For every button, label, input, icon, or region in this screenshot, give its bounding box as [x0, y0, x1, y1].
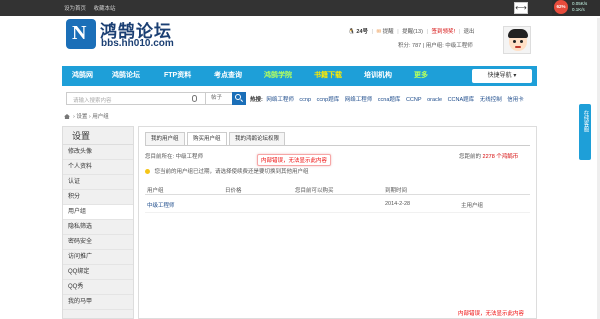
- col-price: 日价格: [225, 188, 242, 194]
- row-group[interactable]: 中级工程师: [147, 201, 175, 209]
- hot-word[interactable]: oracle: [427, 97, 442, 103]
- usergroup-table: 用户组 日价格 您目前可以购买 到期时间 中级工程师 2014-2-28 主用户…: [145, 183, 530, 213]
- sidebar-item-vest[interactable]: 我的马甲: [63, 295, 133, 310]
- hot-word[interactable]: 网络工程师: [266, 97, 294, 103]
- search-button[interactable]: [232, 92, 246, 105]
- hot-search: 热搜: 网络工程师 ccnp ccnp题库 网络工程师 ccna题库 CCNP …: [250, 95, 528, 103]
- tab-permissions[interactable]: 我的鸿鹄论坛权限: [229, 132, 286, 146]
- user-id-number[interactable]: 24号: [356, 29, 368, 35]
- top-bar: 设为首页 收藏本站 ⟷: [0, 0, 600, 16]
- breadcrumb: › 设置 › 用户组: [64, 112, 109, 120]
- user-stats: 积分: 787 | 用户组: 中级工程师: [398, 43, 473, 49]
- online-service-button[interactable]: 在线客服: [579, 104, 591, 160]
- bottom-error: 内部错误，无法显示此内容: [458, 311, 525, 317]
- search-row: 请输入搜索内容 帖子 热搜: 网络工程师 ccnp ccnp题库 网络工程师 c…: [62, 92, 537, 105]
- hot-word[interactable]: ccnp: [299, 97, 311, 103]
- hot-word[interactable]: 无线控制: [480, 97, 502, 103]
- distance-text: 您距前的 2278 个鸿鹄币: [459, 152, 518, 160]
- top-links: 设为首页 收藏本站: [64, 4, 122, 12]
- main-nav: 鸿鹄网 鸿鹄论坛 FTP资料 考点查询 鸿鹄学院 书籍下载 培训机构 更多 快捷…: [62, 66, 537, 86]
- sidebar-item-privacy[interactable]: 隐私筛选: [63, 220, 133, 235]
- quick-nav-button[interactable]: 快捷导航 ▾: [472, 69, 532, 83]
- hot-word[interactable]: ccnp题库: [317, 97, 340, 103]
- notice-link[interactable]: 提醒(13): [402, 29, 423, 35]
- expiry-notice: 您当前的用户组已过期，请选择使续费还是要切换到其他用户组: [145, 167, 309, 175]
- hot-word[interactable]: ccna题库: [378, 97, 401, 103]
- arrows-horizontal-icon[interactable]: ⟷: [514, 2, 528, 14]
- distance-prefix: 您距前的: [459, 154, 482, 160]
- sidebar-item-verify[interactable]: 认证: [63, 175, 133, 190]
- nav-item-exam[interactable]: 考点查询: [214, 66, 242, 86]
- sidebar-item-avatar[interactable]: 修改头像: [63, 145, 133, 160]
- row-expire: 2014-2-28: [385, 201, 411, 207]
- col-group: 用户组: [147, 188, 164, 194]
- nav-item-training[interactable]: 培训机构: [364, 66, 392, 86]
- avatar[interactable]: [503, 26, 531, 54]
- main-content: 我的用户组 购买用户组 我的鸿鹄论坛权限 您目前所在: 中级工程师 您距前的 2…: [138, 126, 537, 319]
- distance-value: 2278 个鸿鹄币: [482, 154, 519, 160]
- quick-nav-label: 快捷导航: [487, 73, 512, 79]
- sidebar-title: 设置: [63, 127, 133, 145]
- home-icon[interactable]: [64, 114, 70, 119]
- download-speed: 0.1K/s: [572, 7, 585, 12]
- nav-item-ftp[interactable]: FTP资料: [164, 66, 191, 86]
- sidebar-item-promotion[interactable]: 访问推广: [63, 250, 133, 265]
- sidebar-item-usergroup[interactable]: 用户组: [63, 205, 133, 220]
- search-placeholder: 请输入搜索内容: [73, 98, 112, 104]
- microphone-icon[interactable]: [192, 95, 197, 102]
- service-label: 在线客服: [582, 110, 589, 132]
- bookmark-link[interactable]: 收藏本站: [94, 6, 116, 12]
- net-speeds: 0.05K/s 0.1K/s: [572, 1, 587, 13]
- tab-my-group[interactable]: 我的用户组: [145, 132, 185, 146]
- logo-url: bbs.hh010.com: [101, 38, 174, 49]
- hot-word[interactable]: CCNA题库: [448, 97, 475, 103]
- col-expire: 到期时间: [385, 188, 408, 194]
- lightbulb-icon: [145, 169, 150, 174]
- points-label[interactable]: 积分: 787: [398, 43, 421, 49]
- nav-item-books[interactable]: 书籍下载: [314, 66, 342, 86]
- search-input[interactable]: 请输入搜索内容: [66, 92, 206, 105]
- breadcrumb-settings[interactable]: 设置: [76, 114, 87, 120]
- current-group-text: 您目前所在: 中级工程师: [145, 154, 204, 160]
- table-header: 用户组 日价格 您目前可以购买 到期时间: [145, 183, 530, 195]
- hot-word[interactable]: 信用卡: [507, 97, 524, 103]
- logo-icon[interactable]: N: [66, 19, 96, 49]
- set-homepage-link[interactable]: 设为首页: [64, 6, 86, 12]
- sidebar-item-qq-show[interactable]: QQ秀: [63, 280, 133, 295]
- nav-item-hh-net[interactable]: 鸿鹄网: [72, 66, 93, 86]
- hot-label: 热搜:: [250, 97, 263, 103]
- tab-buy-group[interactable]: 购买用户组: [187, 132, 227, 146]
- qq-icon: 🐧: [348, 29, 355, 35]
- signin-link[interactable]: 签到领奖!: [431, 29, 455, 35]
- hot-word[interactable]: CCNP: [406, 97, 422, 103]
- breadcrumb-usergroup[interactable]: 用户组: [92, 114, 109, 120]
- reminder-icon: ✉: [376, 29, 382, 35]
- sidebar-item-qq-bind[interactable]: QQ绑定: [63, 265, 133, 280]
- tab-divider: [145, 145, 530, 146]
- cpu-percent-badge: 62%: [554, 0, 568, 14]
- logout-link[interactable]: 退出: [463, 29, 474, 35]
- hot-word[interactable]: 网络工程师: [345, 97, 373, 103]
- settings-sidebar: 设置 修改头像 个人资料 认证 积分 用户组 隐私筛选 密码安全 访问推广 QQ…: [62, 126, 134, 319]
- nav-item-more[interactable]: 更多: [414, 66, 428, 86]
- table-row: 中级工程师 2014-2-28 主用户组: [145, 195, 530, 213]
- nav-item-academy[interactable]: 鸿鹄学院: [264, 66, 292, 86]
- error-tooltip: 内部错误，无法显示此内容: [257, 154, 332, 166]
- sidebar-item-credits[interactable]: 积分: [63, 190, 133, 205]
- notice-text: 您当前的用户组已过期，请选择使续费还是要切换到其他用户组: [154, 169, 309, 175]
- sidebar-item-profile[interactable]: 个人资料: [63, 160, 133, 175]
- network-speed-widget: 62% 0.05K/s 0.1K/s: [552, 0, 600, 16]
- row-action: 主用户组: [461, 203, 484, 209]
- sidebar-item-password[interactable]: 密码安全: [63, 235, 133, 250]
- group-label[interactable]: 用户组: 中级工程师: [426, 43, 473, 49]
- user-bar: 🐧 24号 | ✉ 提醒 | 提醒(13) | 签到领奖! | 退出: [348, 29, 475, 35]
- reminder-link[interactable]: 提醒: [383, 29, 394, 35]
- search-type-value: 帖子: [211, 95, 223, 101]
- nav-item-forum[interactable]: 鸿鹄论坛: [112, 66, 140, 86]
- col-can-buy: 您目前可以购买: [295, 188, 334, 194]
